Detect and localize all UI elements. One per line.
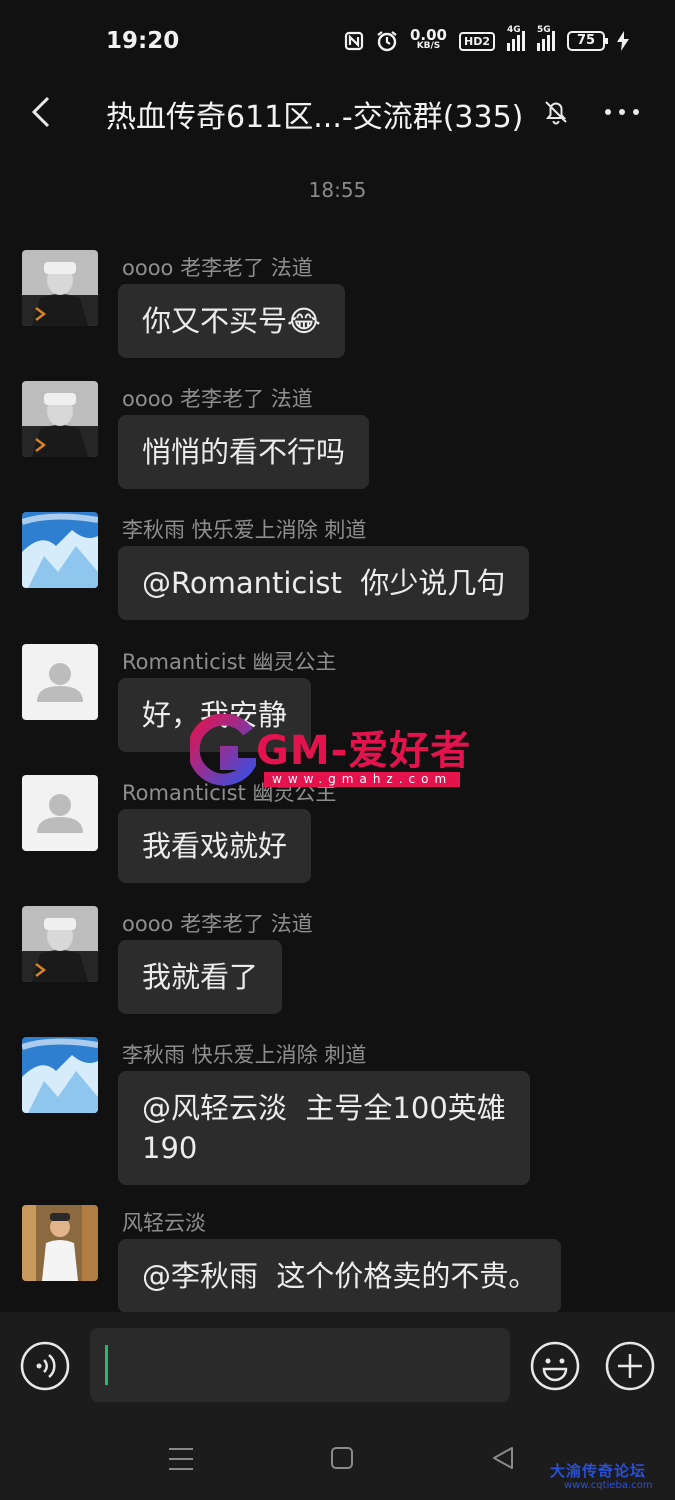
plus-icon[interactable] (604, 1340, 656, 1392)
mute-bell-icon[interactable] (540, 96, 572, 128)
watermark-text: GM-爱好者 (256, 728, 472, 774)
charging-icon (617, 31, 629, 51)
hd-icon: HD2 (459, 31, 495, 51)
watermark-logo: GM-爱好者 www.gmahz.com (190, 714, 480, 792)
emoji-icon[interactable] (529, 1340, 581, 1392)
net-speed: 0.00 KB/S (409, 26, 447, 52)
avatar[interactable] (22, 1205, 98, 1281)
message-bubble[interactable]: @Romanticist 你少说几句 (118, 546, 530, 620)
sender-name: 风轻云淡 (122, 1211, 206, 1235)
battery-icon: 75 (567, 31, 608, 51)
corner-watermark-title: 大渝传奇论坛 (550, 1462, 647, 1480)
message-input[interactable] (90, 1328, 510, 1402)
status-bar: 19:20 0.00 KB/S HD2 4G 5G 75 (0, 0, 675, 84)
watermark-url: www.gmahz.com (264, 772, 461, 787)
sender-name: oooo 老李老了 法道 (122, 912, 313, 936)
sender-name: 李秋雨 快乐爱上消除 刺道 (122, 518, 367, 542)
avatar[interactable] (22, 512, 98, 588)
message-bubble[interactable]: 你又不买号😂 (118, 284, 345, 358)
text-cursor (105, 1345, 108, 1385)
avatar[interactable] (22, 906, 98, 982)
chat-header: 热血传奇611区...-交流群(335) (0, 84, 675, 144)
message-bubble[interactable]: 我就看了 (118, 940, 283, 1014)
voice-icon[interactable] (20, 1341, 70, 1391)
sender-name: Romanticist 幽灵公主 (122, 650, 337, 674)
alarm-icon (377, 31, 397, 52)
more-icon[interactable] (600, 96, 644, 128)
back-icon[interactable] (22, 92, 62, 132)
avatar[interactable] (22, 775, 98, 851)
status-time: 19:20 (106, 28, 180, 54)
sim2-label: 5G (537, 25, 551, 35)
chat-title: 热血传奇611区...-交流群(335) (106, 100, 524, 135)
message-bubble[interactable]: 悄悄的看不行吗 (118, 415, 370, 489)
home-icon[interactable] (330, 1446, 354, 1470)
net-speed-value: 0.00 (409, 26, 447, 44)
signal-4g-icon: 4G (507, 25, 525, 51)
sender-name: oooo 老李老了 法道 (122, 387, 313, 411)
avatar[interactable] (22, 381, 98, 457)
message-timestamp: 18:55 (308, 178, 367, 202)
input-bar (0, 1312, 675, 1418)
signal-5g-icon: 5G (537, 25, 555, 51)
menu-icon[interactable] (167, 1446, 195, 1472)
back-triangle-icon[interactable] (490, 1445, 516, 1471)
avatar[interactable] (22, 1037, 98, 1113)
g-logo-icon (190, 714, 256, 786)
message-bubble[interactable]: @李秋雨 这个价格卖的不贵。 (118, 1239, 562, 1313)
corner-watermark-url: www.cqtieba.com (564, 1480, 653, 1491)
net-speed-unit: KB/S (416, 41, 441, 51)
avatar[interactable] (22, 644, 98, 720)
sender-name: oooo 老李老了 法道 (122, 256, 313, 280)
message-bubble[interactable]: @风轻云淡 主号全100英雄 190 (118, 1071, 530, 1185)
sender-name: 李秋雨 快乐爱上消除 刺道 (122, 1043, 367, 1067)
status-icons: 0.00 KB/S HD2 4G 5G 75 (344, 25, 629, 52)
corner-watermark: 大渝传奇论坛 www.cqtieba.com (550, 1460, 670, 1491)
message-bubble[interactable]: 我看戏就好 (118, 809, 312, 883)
sim1-label: 4G (507, 25, 521, 35)
avatar[interactable] (22, 250, 98, 326)
nfc-icon (344, 31, 364, 51)
